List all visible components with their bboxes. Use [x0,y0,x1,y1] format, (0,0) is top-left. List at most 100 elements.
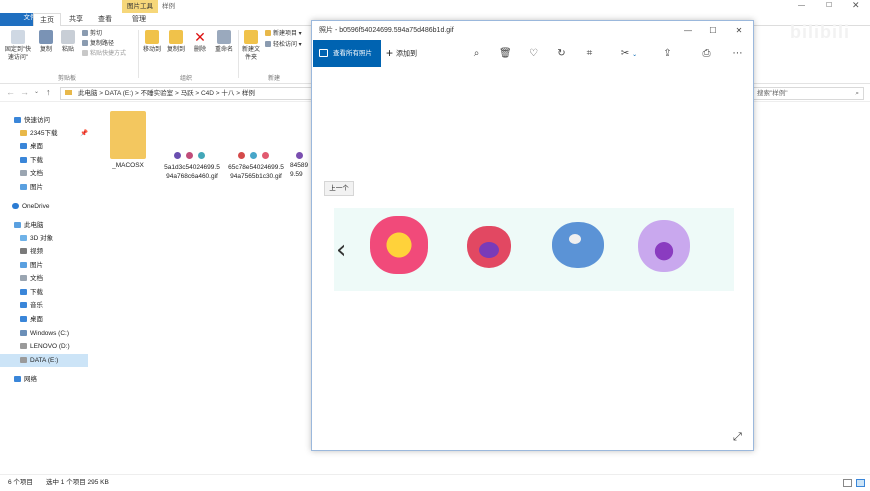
zoom-icon[interactable]: ⌕ [471,48,482,59]
edit-icon[interactable]: ✂ ⌄ [619,48,639,59]
organize-group-label: 组织 [180,76,193,82]
file-item-folder[interactable]: _MACOSX [98,111,158,170]
tab-share[interactable]: 共享 [63,13,89,26]
breadcrumb-item[interactable]: 十八 [221,90,234,97]
nav-item-drive-c[interactable]: Windows (C:) [0,327,88,340]
nav-label: 3D 对象 [30,235,54,242]
drive-icon [20,343,27,350]
details-view-icon[interactable] [843,479,852,487]
see-all-photos-button[interactable]: 查看所有照片 [313,40,381,67]
copy-path-button[interactable]: 复制路径 [82,40,114,49]
nav-item-drive-e[interactable]: DATA (E:) [0,354,88,367]
explorer-maximize-button[interactable]: ☐ [826,1,832,9]
back-arrow-icon[interactable]: ← [6,87,15,97]
forward-arrow-icon[interactable]: → [20,87,29,97]
delete-button[interactable]: ✕ 删除 [190,30,210,54]
breadcrumb-item[interactable]: 不睡实验室 [141,90,174,97]
file-item-gif[interactable]: 845899.59 [290,149,312,179]
easy-access-icon [265,41,271,48]
nav-item-desktop-pc[interactable]: 桌面 [0,313,88,326]
picture-icon [20,184,27,191]
nav-item-drive-d[interactable]: LENOVO (D:) [0,340,88,353]
breadcrumb-item[interactable]: DATA (E:) [105,90,133,97]
more-options-icon[interactable]: ⋯ [732,48,743,59]
nav-item-documents[interactable]: 文档 [0,167,88,180]
heart-mouth [479,242,499,258]
nav-item-3d-objects[interactable]: 3D 对象 [0,232,88,245]
nav-item-videos[interactable]: 视频 [0,245,88,258]
crop-icon[interactable]: ⌗ [584,48,595,59]
fullscreen-expand-icon[interactable]: ⤢ [733,431,742,444]
nav-quick-access[interactable]: 快速访问 [0,114,88,127]
nav-label: 下载 [30,289,43,296]
cut-button[interactable]: 剪切 [82,30,102,39]
item-count: 6 个项目 [8,479,33,486]
pin-quick-access-button[interactable]: 固定到"快速访问" [3,30,33,62]
nav-item-music[interactable]: 音乐 [0,299,88,312]
viewer-close-button[interactable]: ✕ [728,21,750,40]
nav-item-downloads-pc[interactable]: 下载 [0,286,88,299]
viewer-minimize-button[interactable]: — [677,21,699,40]
delete-x-icon: ✕ [194,29,206,45]
tab-view[interactable]: 查看 [92,13,118,26]
breadcrumb-item[interactable]: 马跃 [181,90,194,97]
up-arrow-icon[interactable]: ↑ [46,87,51,97]
breadcrumb-item[interactable]: 此电脑 [78,90,98,97]
nav-item-desktop[interactable]: 桌面 [0,140,88,153]
file-item-gif[interactable]: 5a1d3c54024699.594a768c6a460.gif [162,149,222,181]
paste-shortcut-button[interactable]: 粘贴快捷方式 [82,50,126,59]
new-folder-button[interactable]: 新建文件夹 [240,30,262,62]
copy-to-button[interactable]: 复制到 [165,30,187,54]
cube-icon [20,235,27,242]
add-to-button[interactable]: + 添加到 [386,40,417,67]
new-item-button[interactable]: 新建项目 ▾ [265,30,302,39]
explorer-close-button[interactable]: ✕ [852,0,860,11]
nav-label: 音乐 [30,302,43,309]
nav-item-pictures-pc[interactable]: 图片 [0,259,88,272]
nav-item-documents-pc[interactable]: 文档 [0,272,88,285]
nav-item-pictures[interactable]: 图片 [0,181,88,194]
download-icon [20,157,27,164]
paste-button[interactable]: 粘贴 [58,30,78,54]
copy-button[interactable]: 复制 [36,30,56,54]
file-name: 845899.59 [290,162,309,178]
move-to-button[interactable]: 移动到 [141,30,163,54]
print-icon[interactable]: ⎙ [701,48,712,59]
viewer-maximize-button[interactable]: ☐ [702,21,724,40]
share-icon[interactable]: ⇪ [662,48,673,59]
recent-dropdown-icon[interactable]: ⌄ [34,88,39,95]
breadcrumb-item[interactable]: 样例 [242,90,255,97]
delete-icon[interactable]: 🗑 [499,48,512,59]
folder-icon [65,90,72,95]
tab-manage[interactable]: 管理 [126,13,152,26]
explorer-minimize-button[interactable]: — [798,2,805,9]
document-icon [20,170,27,177]
cut-label: 剪切 [90,31,103,37]
easy-access-button[interactable]: 轻松访问 ▾ [265,41,302,50]
large-icons-view-icon[interactable] [856,479,865,487]
nav-network[interactable]: 网络 [0,373,88,386]
nav-label: 桌面 [30,316,43,323]
nav-item-downloads[interactable]: 下载 [0,154,88,167]
new-group-label: 新建 [268,76,281,82]
search-placeholder: 搜索"样例" [757,90,788,97]
nav-item-2345-downloads[interactable]: 2345下载 📌 [0,127,88,140]
rotate-icon[interactable]: ↻ [556,48,567,59]
search-input[interactable]: 搜索"样例" ⌕ [752,87,864,100]
breadcrumb-item[interactable]: C4D [201,90,214,97]
file-item-gif[interactable]: 65c78e54024699.594a7565b1c30.gif [226,149,286,181]
new-folder-label: 新建文件夹 [241,47,260,61]
heart-icon[interactable]: ♡ [528,48,539,59]
rename-icon [217,30,231,44]
nav-this-pc[interactable]: 此电脑 [0,219,88,232]
rename-button[interactable]: 重命名 [212,30,236,54]
music-icon [20,302,27,309]
nav-onedrive[interactable]: OneDrive [0,200,88,213]
tab-home[interactable]: 主页 [33,13,61,26]
clipboard-icon [61,30,75,44]
previous-button[interactable]: 上一个 [324,181,354,196]
pin-label: 固定到"快速访问" [4,47,32,61]
previous-chevron-icon[interactable]: ‹ [336,237,346,263]
flower-emoji [370,216,428,274]
desktop-icon [20,143,27,150]
